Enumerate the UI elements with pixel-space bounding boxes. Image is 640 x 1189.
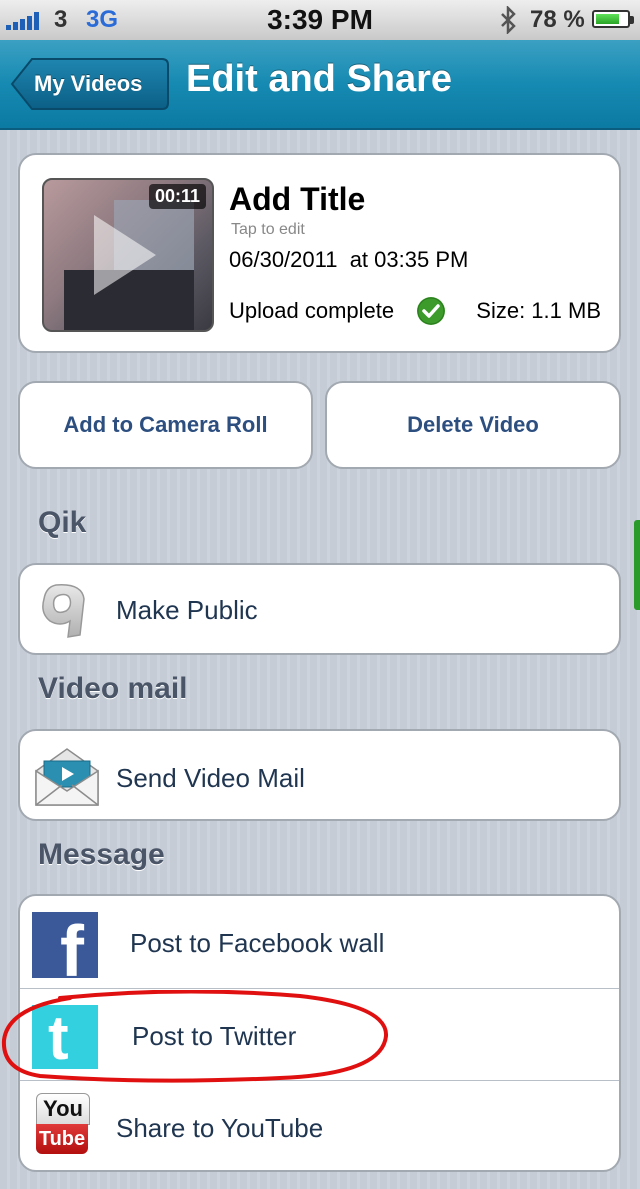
play-icon (94, 215, 156, 295)
title-edit-hint: Tap to edit (231, 221, 305, 238)
back-button[interactable]: My Videos (10, 57, 169, 111)
page-title: Edit and Share (186, 58, 453, 100)
delete-video-button[interactable]: Delete Video (325, 381, 621, 469)
add-to-camera-roll-label: Add to Camera Roll (63, 412, 268, 437)
make-public-row[interactable]: Make Public (18, 563, 621, 655)
status-bar: 3 3G 3:39 PM 78 % (0, 0, 640, 41)
section-header-qik: Qik (38, 506, 87, 539)
navigation-bar: My Videos Edit and Share (0, 40, 640, 130)
section-header-message: Message (38, 838, 165, 871)
video-thumbnail[interactable]: 00:11 (42, 178, 214, 332)
youtube-icon: You Tube (36, 1093, 90, 1155)
share-to-youtube-row[interactable]: You Tube Share to YouTube (20, 1080, 619, 1173)
make-public-label: Make Public (116, 595, 258, 625)
facebook-icon: f (32, 912, 98, 992)
list-item-label: Share to YouTube (116, 1113, 324, 1143)
post-to-twitter-row[interactable]: t Post to Twitter (20, 988, 619, 1081)
section-header-video-mail: Video mail (38, 672, 188, 705)
qik-logo-icon (42, 584, 85, 638)
video-duration: 00:11 (148, 184, 206, 209)
list-item-label: Post to Twitter (132, 1021, 297, 1051)
upload-status: Upload complete (229, 298, 395, 323)
scroll-indicator (634, 520, 640, 610)
send-video-mail-row[interactable]: Send Video Mail (18, 729, 621, 821)
video-title[interactable]: Add Title (229, 181, 365, 218)
twitter-icon: t (32, 1005, 98, 1073)
send-video-mail-label: Send Video Mail (116, 763, 305, 793)
checkmark-icon (417, 297, 445, 325)
list-item-label: Post to Facebook wall (130, 928, 385, 958)
video-size: Size: 1.1 MB (476, 298, 601, 323)
post-to-facebook-row[interactable]: f Post to Facebook wall (20, 896, 619, 992)
video-date: 06/30/2011 at 03:35 PM (229, 247, 469, 272)
back-button-label: My Videos (34, 71, 143, 96)
battery-icon (592, 10, 634, 28)
delete-video-label: Delete Video (407, 412, 539, 437)
message-list: f Post to Facebook wall t Post to Twitte… (18, 894, 621, 1172)
video-info-card: 00:11 Add Title Tap to edit 06/30/2011 a… (18, 153, 621, 353)
add-to-camera-roll-button[interactable]: Add to Camera Roll (18, 381, 313, 469)
video-mail-icon (35, 748, 99, 806)
bluetooth-icon (501, 6, 516, 34)
battery-percent: 78 % (530, 6, 585, 33)
